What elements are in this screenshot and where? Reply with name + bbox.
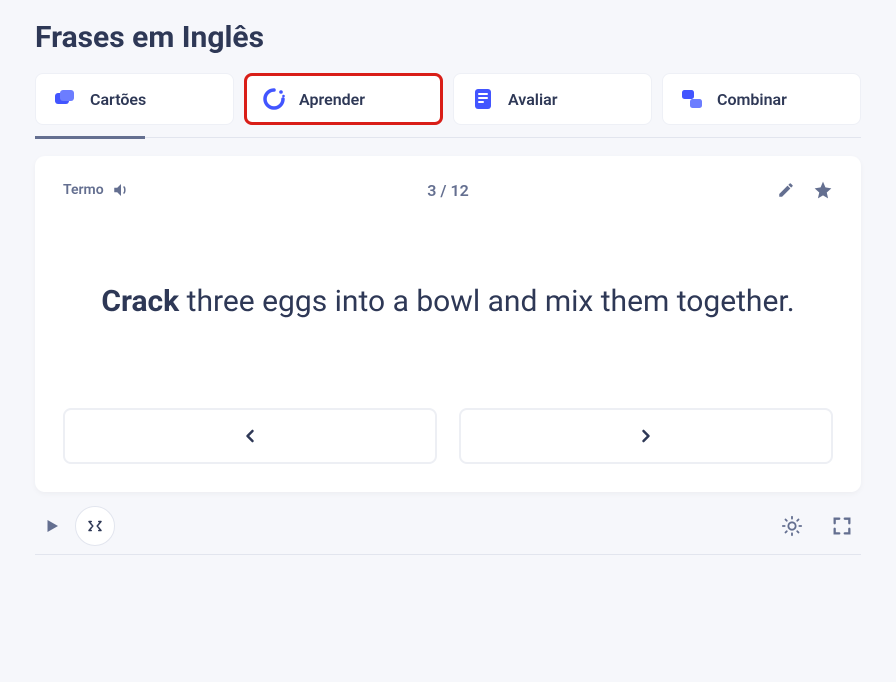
tab-label: Cartões: [90, 90, 146, 109]
term-rest: three eggs into a bowl and mix them toge…: [179, 284, 794, 319]
tab-match[interactable]: Combinar: [662, 73, 861, 125]
card-term-text: Crack three eggs into a bowl and mix the…: [63, 278, 833, 326]
edit-icon[interactable]: [777, 181, 795, 199]
chevron-right-icon: [636, 426, 656, 446]
tab-test[interactable]: Avaliar: [453, 73, 652, 125]
fullscreen-icon[interactable]: [831, 515, 853, 537]
term-bold: Crack: [101, 284, 179, 319]
tabs-row: Cartões Aprender Avaliar: [35, 73, 861, 125]
card-header: Termo 3 / 12: [63, 180, 833, 200]
match-icon: [679, 86, 705, 112]
chevron-left-icon: [240, 426, 260, 446]
tab-learn[interactable]: Aprender: [244, 73, 443, 125]
flashcard[interactable]: Termo 3 / 12: [35, 156, 861, 492]
star-icon[interactable]: [813, 180, 833, 200]
page-title: Frases em Inglês: [35, 20, 861, 55]
shuffle-button[interactable]: [75, 506, 115, 546]
term-label: Termo: [63, 182, 104, 198]
shuffle-icon: [86, 517, 104, 535]
tab-label: Aprender: [299, 90, 365, 109]
card-counter: 3 / 12: [427, 181, 468, 200]
divider: [35, 137, 861, 138]
bottom-bar: [35, 492, 861, 555]
gear-icon[interactable]: [781, 515, 803, 537]
prev-button[interactable]: [63, 408, 437, 464]
test-icon: [470, 86, 496, 112]
play-icon[interactable]: [43, 517, 61, 535]
audio-icon[interactable]: [112, 181, 130, 199]
tab-label: Avaliar: [508, 90, 557, 109]
learn-icon: [261, 86, 287, 112]
next-button[interactable]: [459, 408, 833, 464]
tab-label: Combinar: [717, 90, 787, 109]
tab-cards[interactable]: Cartões: [35, 73, 234, 125]
cards-icon: [52, 86, 78, 112]
nav-row: [63, 408, 833, 464]
